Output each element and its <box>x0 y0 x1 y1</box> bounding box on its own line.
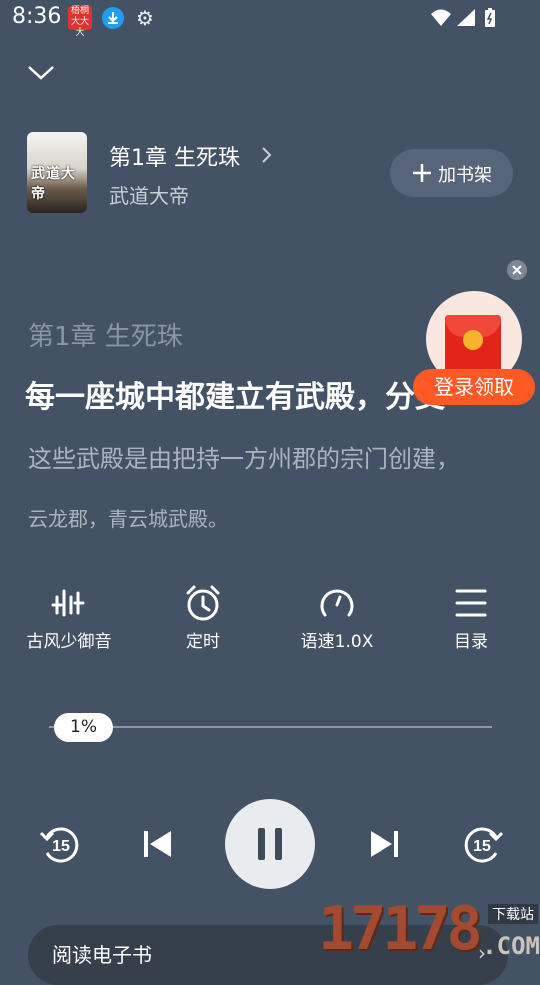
svg-text:15: 15 <box>52 838 70 855</box>
status-indicators <box>429 6 504 34</box>
forward-15-button[interactable]: 15 <box>458 819 508 869</box>
signal-icon <box>457 9 475 26</box>
app-notification-icon: 梧桐 大大大 <box>68 6 92 38</box>
skip-next-icon <box>371 831 398 857</box>
add-to-shelf-button[interactable]: 加书架 <box>390 149 513 197</box>
catalog-button[interactable]: 目录 <box>421 583 521 652</box>
collapse-chevron-icon[interactable] <box>26 58 56 88</box>
red-envelope-icon <box>445 315 501 375</box>
rewind-15-icon: 15 <box>39 827 79 863</box>
download-icon <box>102 7 124 29</box>
book-cover-title: 武道大帝 <box>31 166 76 202</box>
reading-chapter-line: 第1章 生死珠 <box>28 322 183 352</box>
chevron-right-icon[interactable] <box>258 146 274 164</box>
rewind-15-button[interactable]: 15 <box>35 819 85 869</box>
wifi-icon <box>431 9 451 26</box>
next-chapter-button[interactable] <box>359 819 409 869</box>
plus-icon <box>410 161 434 185</box>
reading-next-line: 这些武殿是由把持一方州郡的宗门创建， <box>28 445 460 473</box>
settings-gear-icon: ⚙ <box>136 6 154 30</box>
alarm-clock-icon <box>186 585 220 621</box>
watermark-tag: 下载站 <box>488 904 538 924</box>
speed-gauge-icon <box>320 589 354 617</box>
menu-list-icon <box>455 589 487 617</box>
site-watermark: 17178 下载站 .COM <box>318 898 540 960</box>
voice-label: 古风少御音 <box>26 632 112 652</box>
battery-icon <box>485 8 495 27</box>
add-to-shelf-label: 加书架 <box>438 165 492 186</box>
reading-next-line-2: 云龙郡，青云城武殿。 <box>28 507 228 531</box>
promo-close-icon[interactable] <box>507 260 527 280</box>
login-claim-button[interactable]: 登录领取 <box>413 369 535 405</box>
pause-button[interactable] <box>225 799 315 889</box>
pause-icon <box>258 828 282 860</box>
previous-chapter-button[interactable] <box>133 819 183 869</box>
voice-select-button[interactable]: 古风少御音 <box>19 583 119 652</box>
voice-equalizer-icon <box>51 589 85 617</box>
book-cover[interactable]: 武道大帝 <box>27 132 87 213</box>
watermark-numbers: 17178 <box>318 894 483 964</box>
timer-label: 定时 <box>186 632 220 652</box>
skip-previous-icon <box>144 831 171 857</box>
status-time: 8:36 <box>12 4 62 29</box>
forward-15-icon: 15 <box>464 827 504 863</box>
speed-button[interactable]: 语速1.0X <box>287 583 387 652</box>
svg-text:15: 15 <box>473 838 491 855</box>
book-name[interactable]: 武道大帝 <box>109 180 189 209</box>
read-ebook-label: 阅读电子书 <box>52 943 152 967</box>
chapter-title[interactable]: 第1章 生死珠 <box>109 140 240 172</box>
timer-button[interactable]: 定时 <box>153 583 253 652</box>
catalog-label: 目录 <box>454 632 488 652</box>
progress-thumb[interactable]: 1% <box>54 713 113 742</box>
watermark-suffix: .COM <box>482 932 540 960</box>
progress-track[interactable] <box>49 726 492 728</box>
speed-label: 语速1.0X <box>300 632 374 652</box>
